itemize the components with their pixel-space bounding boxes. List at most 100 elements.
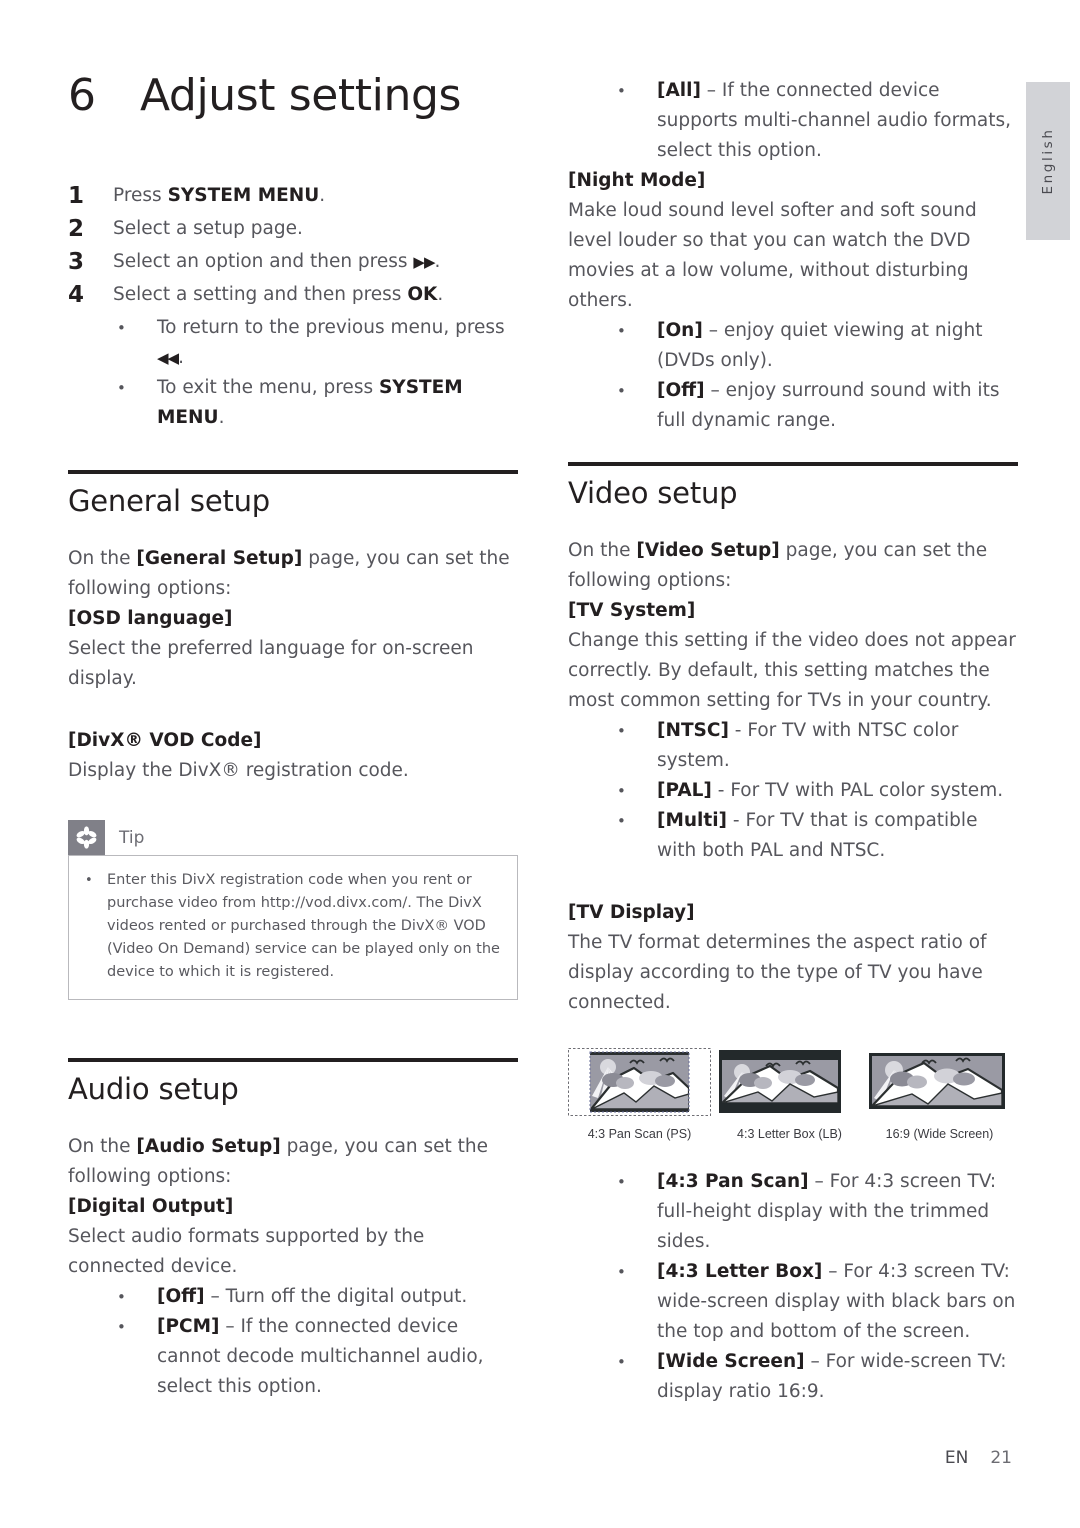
general-setup-intro: On the [General Setup] page, you can set… [68,544,518,604]
option-label: [Wide Screen] [657,1351,805,1372]
tip-box: Tip • Enter this DivX registration code … [68,820,518,1000]
steps-list: 1 Press SYSTEM MENU. 2 Select a setup pa… [68,180,528,433]
bullet-icon: • [617,782,626,800]
figure-letter-box: 4:3 Letter Box (LB) [718,1048,868,1141]
step-number: 3 [68,249,85,275]
bullet-icon: • [617,812,626,830]
digital-output-options: • [Off] – Turn off the digital output. •… [68,1282,518,1402]
figure-pan-scan: 4:3 Pan Scan (PS) [568,1048,718,1141]
bullet-icon: • [617,722,626,740]
right-column-video: Video setup On the [Video Setup] page, y… [568,462,1018,1407]
tip-body: • Enter this DivX registration code when… [68,855,518,1000]
step-text: Select an option and then press ▶▶. [113,246,528,278]
intro-strong: [General Setup] [136,548,303,569]
footer-page-number: 21 [990,1448,1012,1468]
list-item-text: [PCM] – If the connected device cannot d… [157,1312,518,1402]
step-item: 4 Select a setting and then press OK. [68,279,528,311]
list-item: • [4:3 Letter Box] – For 4:3 screen TV: … [568,1257,1018,1347]
section-title-general-setup: General setup [68,484,271,518]
tip-item-text: Enter this DivX registration code when y… [107,872,500,980]
step-number: 4 [68,282,85,308]
step-text-lead: Select a setup page. [113,218,303,239]
bullet-icon: • [617,1353,626,1371]
fast-forward-icon: ▶▶ [413,253,435,271]
tv-display-body: The TV format determines the aspect rati… [568,932,987,1013]
option-desc: – enjoy surround sound with its full dyn… [657,380,1000,431]
language-tab: English [1026,82,1070,240]
list-item: • [Wide Screen] – For wide-screen TV: di… [568,1347,1018,1407]
tv-system-heading: [TV System] [568,600,696,621]
osd-language-heading: [OSD language] [68,608,233,629]
footer-language-code: EN [944,1448,969,1468]
step-text-tail: . [437,284,444,305]
step-item: 2 Select a setup page. [68,213,528,245]
bullet-icon: • [617,1263,626,1281]
step-text: Press SYSTEM MENU. [113,180,528,211]
digital-output-heading: [Digital Output] [68,1196,234,1217]
option-label: [NTSC] [657,720,729,741]
list-item-text: [NTSC] - For TV with NTSC color system. [657,716,1018,776]
bullet-icon: • [117,379,126,397]
bullet-icon: • [117,319,126,337]
tv-system-body: Change this setting if the video does no… [568,630,1016,711]
substep-item: • To exit the menu, press SYSTEM MENU. [68,373,528,433]
asterisk-icon [68,820,105,855]
list-item: • [Multi] - For TV that is compatible wi… [568,806,1018,866]
tip-list-item: • Enter this DivX registration code when… [85,869,501,984]
list-item: • [NTSC] - For TV with NTSC color system… [568,716,1018,776]
divx-vod-code-heading: [DivX® VOD Code] [68,730,262,751]
option-label: [PCM] [157,1316,220,1337]
list-item-text: [On] – enjoy quiet viewing at night (DVD… [657,316,1018,376]
rewind-icon: ◀◀ [157,349,179,367]
language-tab-label: English [1040,127,1056,195]
intro-strong: [Audio Setup] [136,1136,281,1157]
figure-caption: 4:3 Letter Box (LB) [737,1127,842,1141]
tip-header: Tip [68,820,518,855]
night-mode-heading: [Night Mode] [568,170,706,191]
step-text-strong: OK [407,284,438,305]
list-item: • [All] – If the connected device suppor… [568,76,1018,166]
intro-lead: On the [68,1136,137,1157]
option-label: [On] [657,320,703,341]
night-mode-options: • [On] – enjoy quiet viewing at night (D… [568,316,1018,436]
section-title-video-setup: Video setup [568,476,738,510]
option-label: [PAL] [657,780,712,801]
digital-output-body: Select audio formats supported by the co… [68,1226,425,1277]
chapter-number: 6 [68,70,96,121]
step-number: 1 [68,183,85,209]
list-item: • [On] – enjoy quiet viewing at night (D… [568,316,1018,376]
list-item: • [Off] – enjoy surround sound with its … [568,376,1018,436]
list-item: • [4:3 Pan Scan] – For 4:3 screen TV: fu… [568,1167,1018,1257]
substep-item: • To return to the previous menu, press ◀… [68,313,528,373]
step-number: 2 [68,216,85,242]
option-desc: - For TV with PAL color system. [711,780,1004,801]
tv-system-options: • [NTSC] - For TV with NTSC color system… [568,716,1018,866]
substep-text: To exit the menu, press SYSTEM MENU. [157,373,528,433]
intro-lead: On the [68,548,137,569]
substep-text-tail: . [218,407,225,428]
intro-lead: On the [568,540,637,561]
step-text-lead: Select an option and then press [113,251,414,272]
option-label: [Off] [157,1286,205,1307]
list-item-text: [All] – If the connected device supports… [657,76,1018,166]
option-label: [4:3 Pan Scan] [657,1171,809,1192]
osd-language-body: Select the preferred language for on-scr… [68,638,474,689]
figure-caption: 16:9 (Wide Screen) [885,1127,994,1141]
section-divider [68,1058,518,1062]
list-item-text: [Off] – Turn off the digital output. [157,1282,518,1312]
option-desc: – Turn off the digital output. [204,1286,468,1307]
manual-page: English 6 Adjust settings 1 Press SYSTEM… [0,0,1080,1528]
step-text: Select a setting and then press OK. [113,279,528,310]
bullet-icon: • [85,873,93,888]
audio-setup-intro: On the [Audio Setup] page, you can set t… [68,1132,518,1192]
section-divider [68,470,518,474]
option-label: [4:3 Letter Box] [657,1261,823,1282]
night-mode-body: Make loud sound level softer and soft so… [568,200,977,311]
wide-screen-illustration [868,1048,1011,1116]
figure-caption: 4:3 Pan Scan (PS) [587,1127,692,1141]
step-text-lead: Select a setting and then press [113,284,408,305]
chapter-title: Adjust settings [140,70,461,121]
list-item-text: [4:3 Pan Scan] – For 4:3 screen TV: full… [657,1167,1018,1257]
